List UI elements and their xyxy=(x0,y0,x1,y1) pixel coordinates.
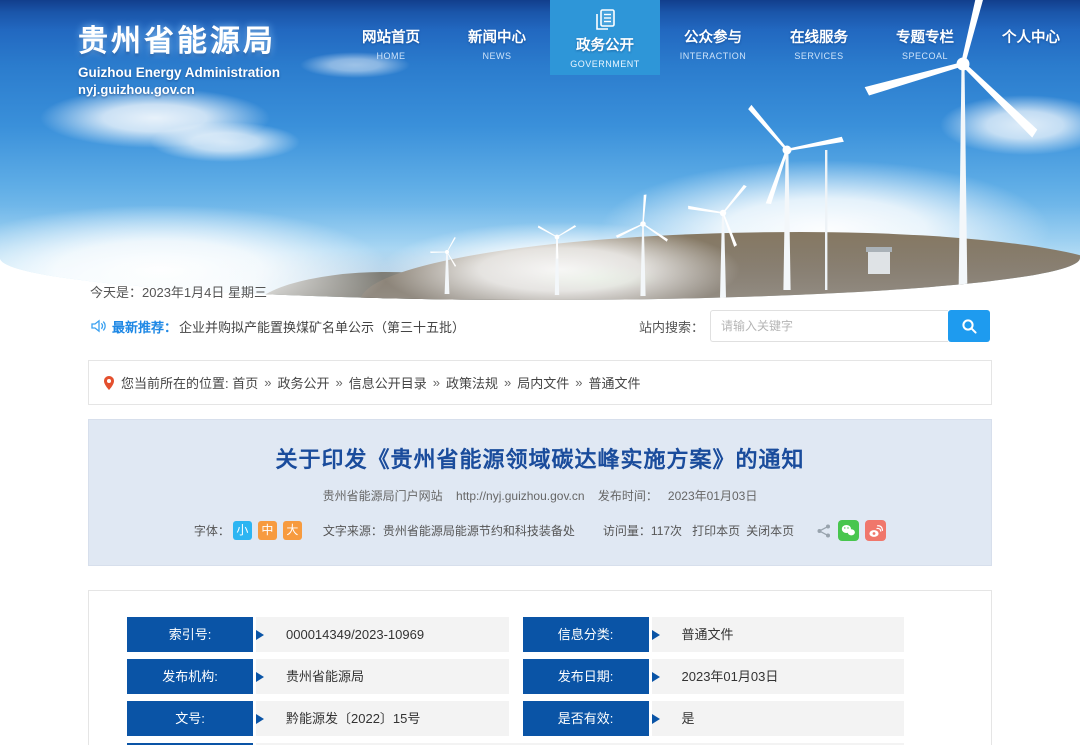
article-controls-row: 字体： 小 中 大 文字来源：贵州省能源局能源节约和科技装备处 访问量：117次… xyxy=(109,520,971,541)
site-title-en: Guizhou Energy Administration xyxy=(78,65,280,80)
share-buttons xyxy=(816,520,886,541)
nav-sublabel: SPECOAL xyxy=(872,51,978,61)
search-icon xyxy=(961,318,978,335)
nav-label: 政务公开 xyxy=(550,34,660,55)
location-pin-icon xyxy=(103,375,115,391)
print-page-button[interactable]: 打印本页 xyxy=(692,522,740,539)
nav-sublabel: SERVICES xyxy=(766,51,872,61)
nav-item-government[interactable]: 政务公开 GOVERNMENT xyxy=(550,0,660,75)
info-category-value: 普通文件 xyxy=(652,617,905,652)
nav-item-services[interactable]: 在线服务 SERVICES xyxy=(766,0,872,75)
font-large-button[interactable]: 大 xyxy=(283,521,302,540)
breadcrumb-separator: » xyxy=(575,375,582,390)
nav-label: 专题专栏 xyxy=(872,26,978,47)
toolbar-row: 最新推荐： 企业并购拟产能置换煤矿名单公示（第三十五批） 站内搜索： xyxy=(90,310,990,342)
breadcrumb-separator: » xyxy=(264,375,271,390)
site-search: 站内搜索： xyxy=(639,310,990,342)
meta-cell-pubdate: 发布日期: 2023年01月03日 xyxy=(523,659,905,694)
breadcrumb-separator: » xyxy=(504,375,511,390)
nav-label: 新闻中心 xyxy=(444,26,550,47)
article-source-line: 贵州省能源局门户网站 http://nyj.guizhou.gov.cn 发布时… xyxy=(109,487,971,504)
breadcrumb-separator: » xyxy=(336,375,343,390)
document-number-label: 文号: xyxy=(127,701,253,736)
nav-sublabel: NEWS xyxy=(444,51,550,61)
wechat-share-icon[interactable] xyxy=(838,520,859,541)
article-source-site: 贵州省能源局门户网站 xyxy=(323,489,443,503)
font-medium-button[interactable]: 中 xyxy=(258,521,277,540)
document-number-value: 黔能源发〔2022〕15号 xyxy=(256,701,509,736)
font-size-label: 字体： xyxy=(194,522,230,539)
nav-label: 公众参与 xyxy=(660,26,766,47)
meta-cell-agency: 发布机构: 贵州省能源局 xyxy=(127,659,509,694)
banner: 贵州省能源局 Guizhou Energy Administration nyj… xyxy=(0,0,1080,268)
main-nav: 网站首页 HOME 新闻中心 NEWS 政务公开 GOVERNMENT 公 xyxy=(338,0,1080,75)
meta-cell-docno: 文号: 黔能源发〔2022〕15号 xyxy=(127,701,509,736)
nav-sublabel: INTERACTION xyxy=(660,51,766,61)
breadcrumb-item-home[interactable]: 首页 xyxy=(232,373,258,392)
article-header-panel: 关于印发《贵州省能源领域碳达峰实施方案》的通知 贵州省能源局门户网站 http:… xyxy=(88,419,992,566)
page: 贵州省能源局 Guizhou Energy Administration nyj… xyxy=(0,0,1080,745)
meta-cell-validity: 是否有效: 是 xyxy=(523,701,905,736)
nav-sublabel: HOME xyxy=(338,51,444,61)
nav-sublabel: GOVERNMENT xyxy=(550,59,660,69)
info-category-label: 信息分类: xyxy=(523,617,649,652)
index-number-value: 000014349/2023-10969 xyxy=(256,617,509,652)
meta-cell-index: 索引号: 000014349/2023-10969 xyxy=(127,617,509,652)
publish-agency-value: 贵州省能源局 xyxy=(256,659,509,694)
breadcrumb-item-common-files[interactable]: 普通文件 xyxy=(589,373,641,392)
site-domain: nyj.guizhou.gov.cn xyxy=(78,82,280,97)
nav-item-interaction[interactable]: 公众参与 INTERACTION xyxy=(660,0,766,75)
breadcrumb-separator: » xyxy=(433,375,440,390)
index-number-label: 索引号: xyxy=(127,617,253,652)
breadcrumb: 您当前所在的位置: 首页 » 政务公开 » 信息公开目录 » 政策法规 » 局内… xyxy=(88,360,992,405)
breadcrumb-prefix: 您当前所在的位置: xyxy=(121,373,229,392)
recommend-label: 最新推荐： xyxy=(112,317,177,336)
text-source: 文字来源：贵州省能源局能源节约和科技装备处 xyxy=(323,522,575,539)
latest-recommend: 最新推荐： 企业并购拟产能置换煤矿名单公示（第三十五批） xyxy=(90,317,465,336)
font-small-button[interactable]: 小 xyxy=(233,521,252,540)
close-page-button[interactable]: 关闭本页 xyxy=(746,522,794,539)
breadcrumb-item-policies[interactable]: 政策法规 xyxy=(446,373,498,392)
publish-date-label: 发布日期: xyxy=(523,659,649,694)
recommend-link[interactable]: 企业并购拟产能置换煤矿名单公示（第三十五批） xyxy=(179,317,465,336)
search-label: 站内搜索： xyxy=(639,317,704,336)
site-logo[interactable]: 贵州省能源局 Guizhou Energy Administration nyj… xyxy=(78,16,280,97)
breadcrumb-item-government[interactable]: 政务公开 xyxy=(278,373,330,392)
breadcrumb-item-bureau-files[interactable]: 局内文件 xyxy=(517,373,569,392)
is-valid-value: 是 xyxy=(652,701,905,736)
nav-item-home[interactable]: 网站首页 HOME xyxy=(338,0,444,75)
article-title: 关于印发《贵州省能源领域碳达峰实施方案》的通知 xyxy=(109,442,971,474)
meta-row: 发布机构: 贵州省能源局 发布日期: 2023年01月03日 xyxy=(127,659,904,694)
nav-item-special[interactable]: 专题专栏 SPECOAL xyxy=(872,0,978,75)
search-button[interactable] xyxy=(948,310,990,342)
nav-label: 网站首页 xyxy=(338,26,444,47)
document-icon xyxy=(592,8,618,32)
speaker-icon xyxy=(90,318,106,334)
nav-item-personal-center[interactable]: 个人中心 xyxy=(978,0,1080,75)
publish-time-value: 2023年01月03日 xyxy=(668,489,757,503)
is-valid-label: 是否有效: xyxy=(523,701,649,736)
nav-label: 个人中心 xyxy=(978,26,1080,47)
meta-row: 文号: 黔能源发〔2022〕15号 是否有效: 是 xyxy=(127,701,904,736)
publish-time-label: 发布时间： xyxy=(598,489,658,503)
site-title: 贵州省能源局 xyxy=(78,16,280,60)
publish-agency-label: 发布机构: xyxy=(127,659,253,694)
document-meta-panel: 索引号: 000014349/2023-10969 信息分类: 普通文件 发布机… xyxy=(88,590,992,745)
breadcrumb-item-info-directory[interactable]: 信息公开目录 xyxy=(349,373,427,392)
current-date-text: 今天是：2023年1月4日 星期三 xyxy=(90,282,1080,301)
article-source-url: http://nyj.guizhou.gov.cn xyxy=(456,489,585,503)
meta-cell-category: 信息分类: 普通文件 xyxy=(523,617,905,652)
search-input[interactable] xyxy=(710,310,948,342)
nav-item-news[interactable]: 新闻中心 NEWS xyxy=(444,0,550,75)
meta-row: 索引号: 000014349/2023-10969 信息分类: 普通文件 xyxy=(127,617,904,652)
publish-date-value: 2023年01月03日 xyxy=(652,659,905,694)
weibo-share-icon[interactable] xyxy=(865,520,886,541)
visit-count: 访问量：117次 xyxy=(603,522,682,539)
nav-label: 在线服务 xyxy=(766,26,872,47)
share-icon[interactable] xyxy=(816,523,832,539)
